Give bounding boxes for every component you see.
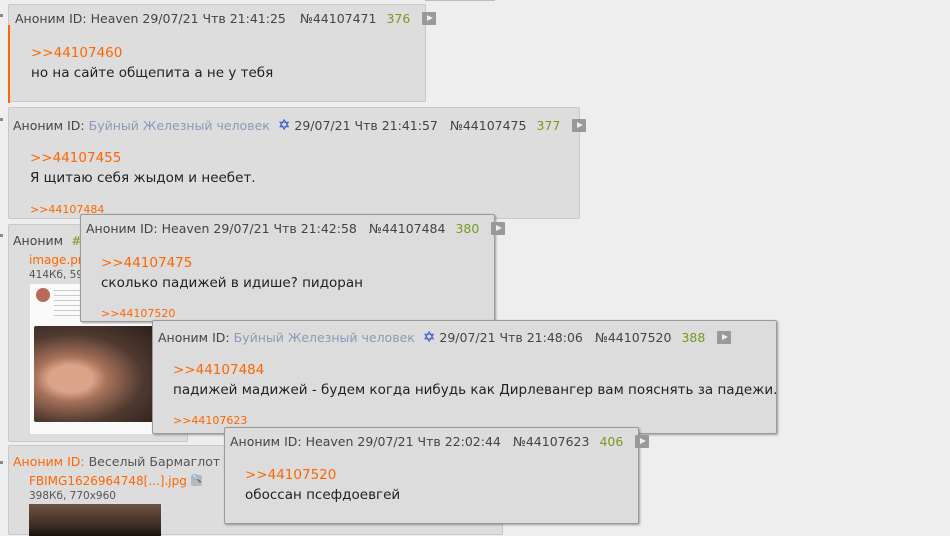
top-divider [425, 0, 495, 1]
popup-post-44107520: Аноним ID: Буйный Железный человек ✡ 29/07/2… [152, 320, 777, 434]
id-label: ID: [284, 434, 302, 449]
post-text: сколько падижей в идише? пидоран [101, 275, 363, 291]
post-number[interactable]: №44107475 [450, 118, 527, 133]
author-name: Аноним [230, 434, 281, 449]
post-number[interactable]: №44107520 [595, 330, 672, 345]
id-label: ID: [67, 118, 85, 133]
reply-link[interactable]: >>44107460 [31, 45, 122, 61]
post-count: 377 [536, 118, 561, 133]
post-marker [0, 118, 3, 121]
popup-post-44107484: Аноним ID: Heaven 29/07/21 Чтв 21:42:58 №44… [80, 214, 506, 322]
reply-link[interactable]: >>44107455 [30, 150, 121, 166]
post-marker [0, 14, 3, 17]
id-label: ID: [140, 221, 158, 236]
poster-id: Буйный Железный человек [233, 330, 415, 345]
post-number[interactable]: №44107471 [300, 11, 377, 26]
play-icon[interactable] [635, 435, 650, 448]
post-count: 376 [386, 11, 411, 26]
play-icon[interactable] [572, 119, 587, 132]
post-date: 29/07/21 Чтв 21:42:58 [213, 221, 357, 236]
post-date: 29/07/21 Чтв 22:02:44 [357, 434, 501, 449]
post-text: падижей мадижей - будем когда нибудь как… [173, 382, 778, 398]
file-meta: 398Кб, 770x960 [29, 490, 116, 502]
play-icon[interactable] [491, 222, 506, 235]
play-icon[interactable] [422, 12, 437, 25]
backlink[interactable]: >>44107623 [173, 414, 247, 427]
post-44107475: Аноним ID: Буйный Железный человек ✡ 29/07/2… [8, 107, 587, 219]
post-text: но на сайте общепита а не у тебя [31, 65, 274, 81]
reply-link[interactable]: >>44107484 [173, 362, 264, 378]
post-header: Аноним ID:Веселый Бармаглот29 [13, 454, 244, 469]
post-count: 380 [455, 221, 480, 236]
post-number[interactable]: №44107484 [369, 221, 446, 236]
post-marker [0, 234, 3, 237]
post-marker [0, 461, 3, 464]
post-text: Я щитаю себя жыдом и неебет. [30, 170, 256, 186]
backlink[interactable]: >>44107520 [101, 307, 175, 320]
post-header: Аноним ID: Heaven 29/07/21 Чтв 21:41:25 №44… [15, 11, 440, 26]
poster-id: Веселый Бармаглот [88, 454, 221, 469]
post-header: Аноним # [13, 233, 86, 248]
id-label: ID: [69, 11, 87, 26]
author-name: Аноним [13, 233, 64, 248]
thumbnail-image[interactable] [29, 504, 161, 536]
post-header: Аноним ID: Буйный Железный человек ✡ 29/07/2… [158, 328, 735, 346]
popup-post-44107623: Аноним ID: Heaven 29/07/21 Чтв 22:02:44 №44… [224, 427, 650, 524]
post-header: Аноним ID: Heaven 29/07/21 Чтв 22:02:44 №44… [230, 434, 653, 449]
author-name: Аноним [158, 330, 209, 345]
author-name: Аноним ID: [13, 454, 85, 469]
highlight-bar [8, 25, 10, 103]
post-date: 29/07/21 Чтв 21:41:25 [142, 11, 286, 26]
post-text: обоссан псефдоевгей [245, 487, 401, 503]
search-icon[interactable] [190, 474, 202, 486]
reply-link[interactable]: >>44107475 [101, 255, 192, 271]
post-count: 388 [681, 330, 706, 345]
post-date: 29/07/21 Чтв 21:48:06 [439, 330, 583, 345]
file-name[interactable]: FBIMG1626964748[...].jpg [29, 474, 187, 488]
star-of-david-icon: ✡ [422, 328, 436, 346]
poster-id: Heaven [90, 11, 139, 26]
tweet-photo [34, 326, 156, 422]
author-name: Аноним [13, 118, 64, 133]
file-name-link[interactable]: FBIMG1626964748[...].jpg [29, 474, 202, 488]
post-number[interactable]: №44107623 [513, 434, 590, 449]
tweet-avatar [36, 288, 50, 302]
id-label: ID: [212, 330, 230, 345]
post-44107471: Аноним ID: Heaven 29/07/21 Чтв 21:41:25 №44… [8, 4, 437, 103]
post-date: 29/07/21 Чтв 21:41:57 [294, 118, 438, 133]
poster-id: Heaven [305, 434, 354, 449]
poster-id: Heaven [161, 221, 210, 236]
post-header: Аноним ID: Heaven 29/07/21 Чтв 21:42:58 №44… [86, 221, 509, 236]
post-count: 406 [599, 434, 624, 449]
author-name: Аноним [86, 221, 137, 236]
post-header: Аноним ID: Буйный Железный человек ✡ 29/07/2… [13, 116, 590, 134]
poster-id: Буйный Железный человек [88, 118, 270, 133]
play-icon[interactable] [717, 331, 732, 344]
author-name: Аноним [15, 11, 66, 26]
reply-link[interactable]: >>44107520 [245, 467, 336, 483]
star-of-david-icon: ✡ [277, 116, 291, 134]
